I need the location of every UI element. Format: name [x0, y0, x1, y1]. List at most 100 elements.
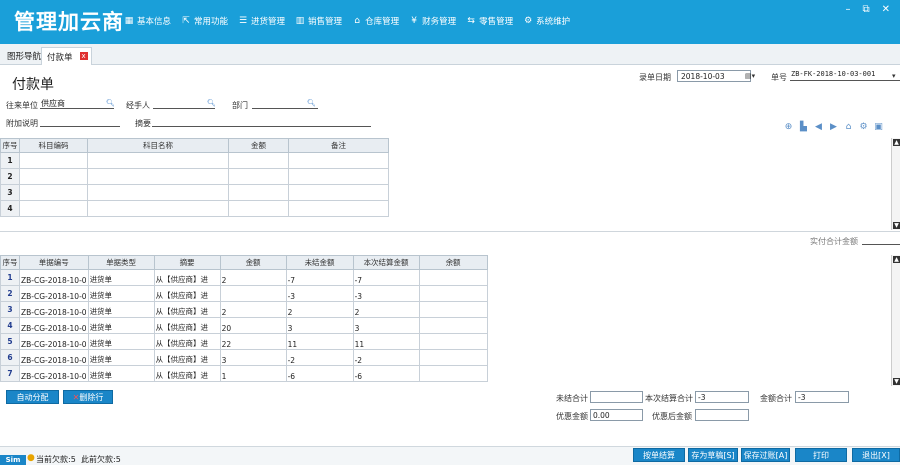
- menu-item-7[interactable]: ⚙ 系统维护: [523, 15, 570, 27]
- table-cell-doc_no[interactable]: ZB-CG-2018-10-0: [19, 317, 89, 334]
- table-cell-unsettled[interactable]: 3: [285, 317, 354, 334]
- table-row[interactable]: 5 ZB-CG-2018-10-0 进货单 从【供应商】进 22 11 11: [0, 333, 488, 350]
- minimize-icon[interactable]: –: [845, 4, 850, 15]
- column-header[interactable]: 金额: [219, 255, 287, 270]
- table-cell-settle[interactable]: -6: [352, 365, 420, 382]
- table-cell-summary[interactable]: 从【供应商】进: [153, 365, 221, 382]
- table-cell-remark[interactable]: [288, 200, 389, 217]
- table-cell-amount[interactable]: 20: [219, 317, 287, 334]
- column-header[interactable]: 序号: [0, 255, 20, 270]
- menu-item-3[interactable]: ▥ 销售管理: [295, 15, 342, 27]
- table-cell-name[interactable]: [87, 200, 229, 217]
- table-row[interactable]: 2 ZB-CG-2018-10-0 进货单 从【供应商】进 -3 -3: [0, 285, 488, 302]
- column-header[interactable]: 单据类型: [87, 255, 155, 270]
- menu-item-0[interactable]: ▦ 基本信息: [124, 15, 171, 27]
- table-cell-balance[interactable]: [418, 317, 488, 334]
- table-row[interactable]: 4: [0, 200, 389, 217]
- table-cell-amount[interactable]: [219, 285, 287, 302]
- table-cell-settle[interactable]: 2: [352, 301, 420, 318]
- table-cell-settle[interactable]: 11: [352, 333, 420, 350]
- tab-payment-order[interactable]: 付款单 x: [41, 47, 92, 65]
- arrow-right-icon[interactable]: ▶: [828, 122, 839, 133]
- table-cell-doc_no[interactable]: ZB-CG-2018-10-0: [19, 349, 89, 366]
- table-cell-type[interactable]: 进货单: [87, 317, 155, 334]
- table-cell-summary[interactable]: 从【供应商】进: [153, 317, 221, 334]
- table-cell-amount[interactable]: 3: [219, 349, 287, 366]
- column-header[interactable]: 科目名称: [87, 138, 229, 153]
- column-header[interactable]: 序号: [0, 138, 20, 153]
- after-discount-field[interactable]: [695, 409, 749, 421]
- table-row[interactable]: 3 ZB-CG-2018-10-0 进货单 从【供应商】进 2 2 2: [0, 301, 488, 318]
- table-cell-unsettled[interactable]: -2: [285, 349, 354, 366]
- table-cell-amount[interactable]: [228, 184, 289, 201]
- table-cell-type[interactable]: 进货单: [87, 285, 155, 302]
- table-cell-balance[interactable]: [418, 349, 488, 366]
- column-header[interactable]: 余额: [418, 255, 488, 270]
- table-cell-code[interactable]: [19, 152, 88, 169]
- calendar-icon[interactable]: ▤▾: [745, 72, 755, 80]
- dept-lookup-icon[interactable]: 🔍︎: [307, 99, 316, 107]
- menu-item-6[interactable]: ⇆ 零售管理: [466, 15, 513, 27]
- summary-field[interactable]: [152, 116, 371, 127]
- menu-item-2[interactable]: ☰ 进货管理: [238, 15, 285, 27]
- monitor-icon[interactable]: ▣: [873, 122, 884, 133]
- menu-item-4[interactable]: ⌂ 仓库管理: [352, 15, 399, 27]
- table-cell-doc_no[interactable]: ZB-CG-2018-10-0: [19, 301, 89, 318]
- table-cell-summary[interactable]: 从【供应商】进: [153, 333, 221, 350]
- partner-field[interactable]: 供应商: [40, 98, 114, 109]
- delete-row-button[interactable]: ✕删除行: [63, 390, 113, 404]
- auto-allocate-button[interactable]: 自动分配: [6, 390, 59, 404]
- table-cell-amount[interactable]: [228, 152, 289, 169]
- table-cell-settle[interactable]: 3: [352, 317, 420, 334]
- table-cell-balance[interactable]: [418, 269, 488, 286]
- table-cell-unsettled[interactable]: 11: [285, 333, 354, 350]
- print-button[interactable]: 打印: [795, 448, 847, 462]
- table-cell-amount[interactable]: [228, 168, 289, 185]
- table-cell-unsettled[interactable]: -6: [285, 365, 354, 382]
- table-cell-doc_no[interactable]: ZB-CG-2018-10-0: [19, 269, 89, 286]
- table-row[interactable]: 3: [0, 184, 389, 201]
- doc-no-dropdown-icon[interactable]: ▾: [892, 72, 896, 80]
- column-header[interactable]: 单据编号: [19, 255, 89, 270]
- column-header[interactable]: 备注: [288, 138, 389, 153]
- table-cell-settle[interactable]: -2: [352, 349, 420, 366]
- handler-lookup-icon[interactable]: 🔍︎: [207, 99, 216, 107]
- table-cell-balance[interactable]: [418, 333, 488, 350]
- table-cell-type[interactable]: 进货单: [87, 333, 155, 350]
- table-row[interactable]: 4 ZB-CG-2018-10-0 进货单 从【供应商】进 20 3 3: [0, 317, 488, 334]
- table-row[interactable]: 6 ZB-CG-2018-10-0 进货单 从【供应商】进 3 -2 -2: [0, 349, 488, 366]
- tab-graphic-nav[interactable]: 图形导航: [2, 47, 46, 65]
- restore-icon[interactable]: ⧉: [862, 4, 869, 15]
- table-cell-amount[interactable]: 1: [219, 365, 287, 382]
- column-header[interactable]: 科目编码: [19, 138, 88, 153]
- scroll-down-icon[interactable]: ▼: [893, 378, 900, 385]
- tab-close-icon[interactable]: x: [79, 52, 88, 60]
- scroll-down-icon[interactable]: ▼: [893, 222, 900, 229]
- table-cell-unsettled[interactable]: 2: [285, 301, 354, 318]
- exit-button[interactable]: 退出[X]: [852, 448, 900, 462]
- home-icon[interactable]: ⌂: [843, 122, 854, 133]
- scroll-up-icon[interactable]: ▲: [893, 139, 900, 146]
- table-cell-code[interactable]: [19, 168, 88, 185]
- save-draft-button[interactable]: 存为草稿[S]: [688, 448, 738, 462]
- table-cell-balance[interactable]: [418, 285, 488, 302]
- settle-by-doc-button[interactable]: 按单结算: [633, 448, 685, 462]
- note-field[interactable]: [40, 116, 120, 127]
- doc-no-field[interactable]: ZB-FK-2018-10-03-001: [790, 70, 900, 81]
- table-cell-settle[interactable]: -7: [352, 269, 420, 286]
- menu-item-5[interactable]: ¥ 财务管理: [409, 15, 456, 27]
- table-cell-unsettled[interactable]: -3: [285, 285, 354, 302]
- table-cell-doc_no[interactable]: ZB-CG-2018-10-0: [19, 333, 89, 350]
- table-cell-summary[interactable]: 从【供应商】进: [153, 285, 221, 302]
- table-cell-name[interactable]: [87, 168, 229, 185]
- partner-lookup-icon[interactable]: 🔍︎: [106, 99, 115, 107]
- table-cell-amount[interactable]: 2: [219, 301, 287, 318]
- gear-icon[interactable]: ⚙: [858, 122, 869, 133]
- table-cell-code[interactable]: [19, 200, 88, 217]
- save-post-button[interactable]: 保存过账[A]: [741, 448, 790, 462]
- menu-item-1[interactable]: ⇱ 常用功能: [181, 15, 228, 27]
- subject-scrollbar[interactable]: ▲ ▼: [891, 138, 900, 230]
- table-cell-doc_no[interactable]: ZB-CG-2018-10-0: [19, 285, 89, 302]
- table-cell-summary[interactable]: 从【供应商】进: [153, 269, 221, 286]
- column-header[interactable]: 摘要: [153, 255, 221, 270]
